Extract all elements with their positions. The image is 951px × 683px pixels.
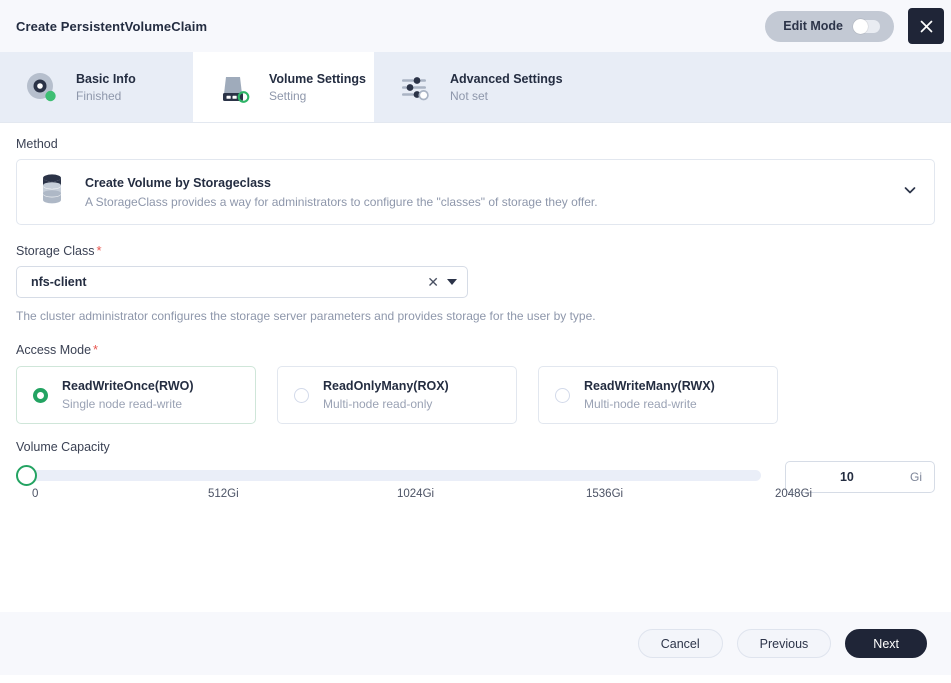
sliders-icon	[396, 67, 436, 107]
option-title: ReadOnlyMany(ROX)	[323, 379, 449, 393]
storage-class-group: Storage Class* nfs-client ✕ The cluster …	[16, 243, 935, 323]
volume-capacity-group: Volume Capacity 0 512Gi 1024Gi 1536Gi 20…	[16, 440, 935, 504]
access-mode-label-text: Access Mode	[16, 343, 91, 357]
option-title: ReadWriteOnce(RWO)	[62, 379, 194, 393]
option-subtitle: Multi-node read-write	[584, 397, 715, 411]
method-description: A StorageClass provides a way for admini…	[85, 195, 882, 209]
slider-tick: 1536Gi	[586, 488, 623, 500]
access-mode-options: ReadWriteOnce(RWO) Single node read-writ…	[16, 366, 935, 424]
capacity-slider[interactable]: 0 512Gi 1024Gi 1536Gi 2048Gi	[16, 465, 761, 504]
capacity-value[interactable]: 10	[798, 470, 896, 484]
toggle-track[interactable]	[853, 20, 880, 33]
radio-icon[interactable]	[294, 388, 309, 403]
slider-tick: 1024Gi	[397, 488, 434, 500]
close-icon	[918, 18, 935, 35]
access-mode-label: Access Mode*	[16, 342, 935, 357]
step-volume-settings[interactable]: Volume Settings Setting	[193, 52, 374, 122]
access-mode-option-rox[interactable]: ReadOnlyMany(ROX) Multi-node read-only	[277, 366, 517, 424]
dialog-footer: Cancel Previous Next	[0, 612, 951, 675]
storage-class-value: nfs-client	[31, 275, 427, 289]
previous-button[interactable]: Previous	[737, 629, 832, 658]
radio-icon[interactable]	[33, 388, 48, 403]
access-mode-option-rwx[interactable]: ReadWriteMany(RWX) Multi-node read-write	[538, 366, 778, 424]
step-advanced-settings[interactable]: Advanced Settings Not set	[374, 52, 951, 122]
storage-class-select[interactable]: nfs-client ✕	[16, 266, 468, 298]
step-title: Advanced Settings	[450, 72, 563, 86]
drive-icon	[215, 67, 255, 107]
step-text: Basic Info Finished	[76, 72, 136, 103]
dialog-header: Create PersistentVolumeClaim Edit Mode	[0, 0, 951, 52]
step-basic-info[interactable]: Basic Info Finished	[0, 52, 193, 122]
slider-tick: 0	[32, 488, 38, 500]
header-actions: Edit Mode	[765, 0, 951, 52]
method-card[interactable]: Create Volume by Storageclass A StorageC…	[16, 159, 935, 225]
chevron-down-icon[interactable]	[902, 182, 918, 203]
slider-track[interactable]	[26, 470, 761, 481]
method-label: Method	[16, 137, 935, 151]
clear-icon[interactable]: ✕	[427, 275, 439, 289]
storage-class-label-text: Storage Class	[16, 244, 95, 258]
required-marker: *	[93, 342, 98, 357]
step-title: Volume Settings	[269, 72, 366, 86]
step-text: Volume Settings Setting	[269, 72, 366, 103]
page-title: Create PersistentVolumeClaim	[16, 19, 207, 34]
radio-icon[interactable]	[555, 388, 570, 403]
step-navigation: Basic Info Finished Volume Settings Sett…	[0, 52, 951, 123]
option-title: ReadWriteMany(RWX)	[584, 379, 715, 393]
slider-tick: 512Gi	[208, 488, 239, 500]
step-status: Not set	[450, 89, 563, 103]
cancel-button[interactable]: Cancel	[638, 629, 723, 658]
required-marker: *	[97, 243, 102, 258]
close-button[interactable]	[908, 8, 944, 44]
toggle-knob	[853, 19, 868, 34]
edit-mode-toggle[interactable]: Edit Mode	[765, 11, 894, 42]
next-button[interactable]: Next	[845, 629, 927, 658]
disk-icon	[22, 67, 62, 107]
access-mode-group: Access Mode* ReadWriteOnce(RWO) Single n…	[16, 342, 935, 424]
database-icon	[39, 173, 65, 212]
step-text: Advanced Settings Not set	[450, 72, 563, 103]
edit-mode-label: Edit Mode	[783, 19, 843, 33]
option-subtitle: Single node read-write	[62, 397, 194, 411]
step-status: Finished	[76, 89, 136, 103]
slider-ticks: 0 512Gi 1024Gi 1536Gi 2048Gi	[16, 488, 761, 504]
slider-tick: 2048Gi	[775, 488, 812, 500]
method-title: Create Volume by Storageclass	[85, 176, 882, 190]
form-content: Method Create Volume by Storageclass A S…	[0, 123, 951, 683]
slider-handle[interactable]	[16, 465, 37, 486]
option-text: ReadWriteOnce(RWO) Single node read-writ…	[62, 379, 194, 411]
option-subtitle: Multi-node read-only	[323, 397, 449, 411]
method-text: Create Volume by Storageclass A StorageC…	[85, 176, 882, 209]
step-status: Setting	[269, 89, 366, 103]
storage-class-label: Storage Class*	[16, 243, 935, 258]
access-mode-option-rwo[interactable]: ReadWriteOnce(RWO) Single node read-writ…	[16, 366, 256, 424]
storage-class-help: The cluster administrator configures the…	[16, 309, 935, 323]
volume-capacity-label: Volume Capacity	[16, 440, 935, 454]
caret-down-icon[interactable]	[447, 279, 457, 285]
volume-capacity-row: 0 512Gi 1024Gi 1536Gi 2048Gi 10 Gi	[16, 465, 935, 504]
step-title: Basic Info	[76, 72, 136, 86]
capacity-unit: Gi	[910, 470, 922, 484]
option-text: ReadOnlyMany(ROX) Multi-node read-only	[323, 379, 449, 411]
option-text: ReadWriteMany(RWX) Multi-node read-write	[584, 379, 715, 411]
